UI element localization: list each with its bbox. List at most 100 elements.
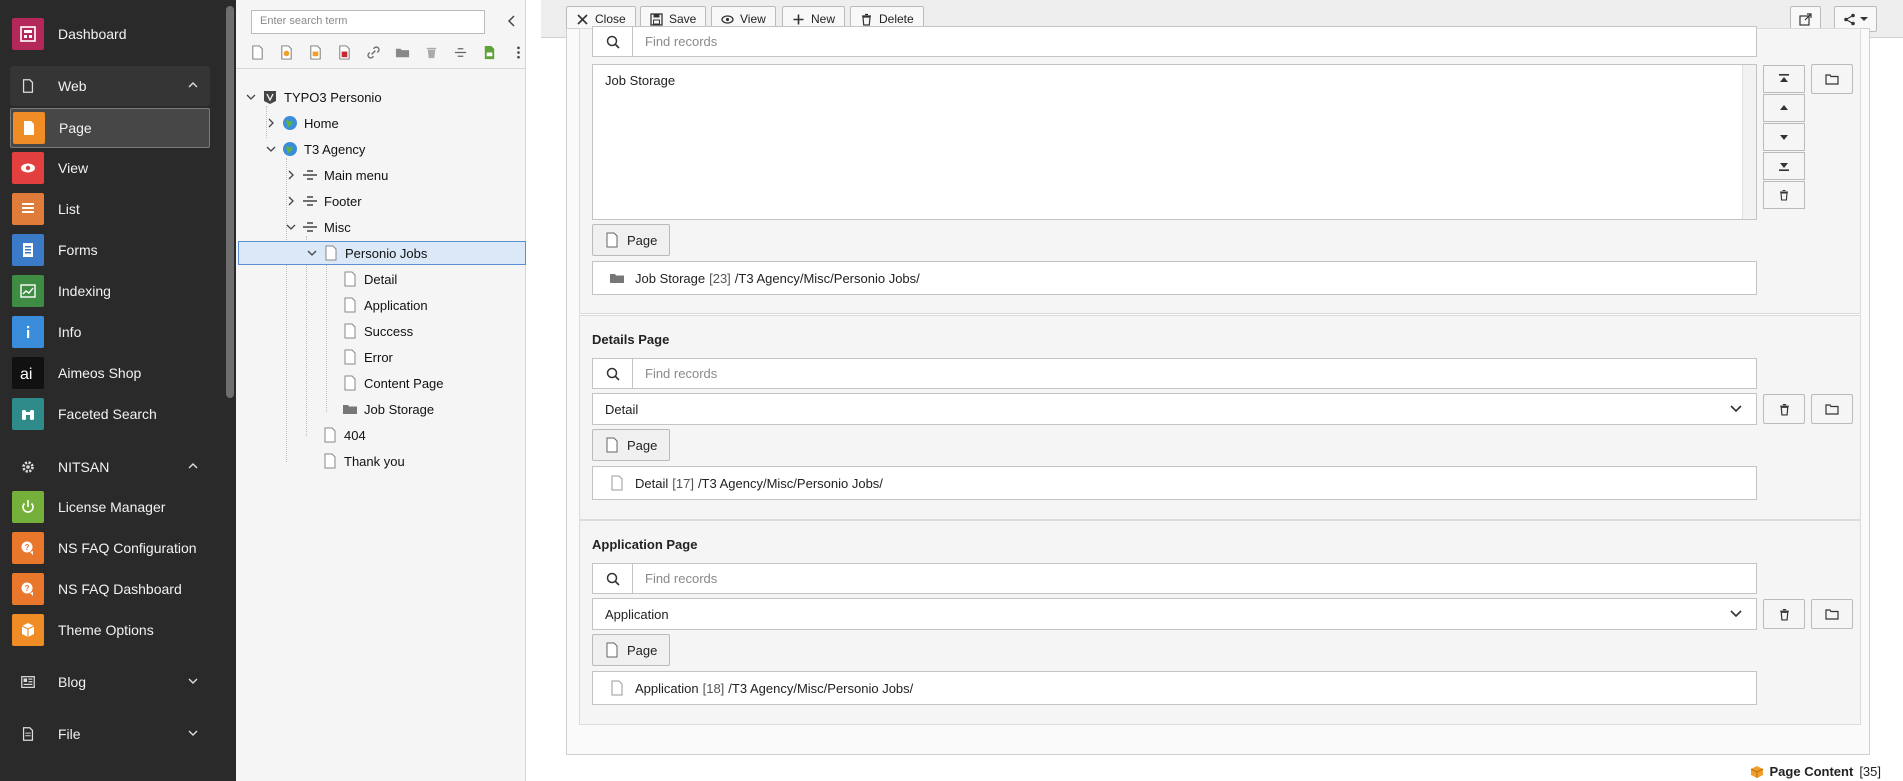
remove-item-button[interactable]: [1763, 181, 1805, 209]
tree-node-personio-jobs[interactable]: Personio Jobs: [238, 241, 526, 265]
application-page-select[interactable]: Application: [592, 598, 1757, 630]
chevron-down-icon[interactable]: [305, 246, 319, 260]
group-blog[interactable]: Blog: [10, 662, 210, 702]
dashboard-icon: [12, 18, 44, 50]
new-page-type-icon[interactable]: [277, 43, 296, 61]
page-icon: [611, 680, 623, 696]
tree-search-input[interactable]: Enter search term: [251, 10, 485, 34]
application-find-records-input[interactable]: Find records: [592, 563, 1757, 594]
module-license-manager[interactable]: License Manager: [10, 489, 210, 525]
faq-icon: ?: [12, 573, 44, 605]
module-list[interactable]: List: [10, 191, 210, 227]
search-icon: [593, 26, 633, 57]
storage-page-button[interactable]: Page: [592, 224, 671, 256]
tree-node-root[interactable]: TYPO3 Personio: [244, 87, 382, 107]
collapse-tree-icon[interactable]: [506, 14, 518, 28]
tree-node-detail[interactable]: Detail: [324, 269, 397, 289]
module-theme-options[interactable]: Theme Options: [10, 612, 210, 648]
browse-storage-button[interactable]: [1811, 64, 1853, 94]
group-file[interactable]: File: [10, 714, 210, 754]
tree-node-t3-agency[interactable]: T3 Agency: [264, 139, 365, 159]
application-browse-button[interactable]: [1811, 599, 1853, 629]
tree-node-main-menu[interactable]: Main menu: [284, 165, 388, 185]
new-page-delete-icon[interactable]: [335, 43, 354, 61]
module-indexing[interactable]: Indexing: [10, 273, 210, 309]
tree-node-success[interactable]: Success: [324, 321, 413, 341]
folder-icon[interactable]: [393, 43, 412, 61]
module-view[interactable]: View: [10, 150, 210, 186]
details-page-button[interactable]: Page: [592, 429, 671, 461]
power-icon: [12, 491, 44, 523]
tree-node-label: 404: [344, 427, 366, 443]
module-ns-faq-dashboard[interactable]: ? NS FAQ Dashboard: [10, 571, 210, 607]
tree-node-404[interactable]: 404: [304, 425, 366, 445]
tree-node-home[interactable]: Home: [264, 113, 339, 133]
chevron-right-icon[interactable]: [264, 116, 278, 130]
tree-node-label: Misc: [324, 219, 351, 235]
info-icon: [12, 316, 44, 348]
chevron-down-icon[interactable]: [284, 220, 298, 234]
tree-node-footer[interactable]: Footer: [284, 191, 362, 211]
group-label: Web: [58, 78, 87, 94]
details-find-records-input[interactable]: Find records: [592, 358, 1757, 389]
new-document-icon[interactable]: [480, 43, 499, 61]
module-label: NS FAQ Dashboard: [58, 581, 182, 597]
module-ns-faq-configuration[interactable]: ? NS FAQ Configuration: [10, 530, 210, 566]
application-page-button[interactable]: Page: [592, 634, 671, 666]
module-page[interactable]: Page: [10, 108, 210, 148]
tree-node-label: TYPO3 Personio: [284, 89, 382, 105]
new-page-link-icon[interactable]: [306, 43, 325, 61]
tree-node-label: Job Storage: [364, 401, 435, 417]
move-up-button[interactable]: [1763, 94, 1805, 122]
details-page-select[interactable]: Detail: [592, 393, 1757, 425]
folder-icon: [610, 274, 624, 283]
link-icon[interactable]: [364, 43, 383, 61]
chevron-down-icon[interactable]: [264, 142, 278, 156]
tree-node-misc[interactable]: Misc: [284, 217, 351, 237]
move-to-top-button[interactable]: [1763, 65, 1805, 93]
module-faceted-search[interactable]: Faceted Search: [10, 396, 210, 432]
chevron-right-icon[interactable]: [284, 168, 298, 182]
storage-record-info: Job Storage [23] /T3 Agency/Misc/Personi…: [592, 261, 1757, 295]
chevron-down-icon[interactable]: [244, 90, 258, 104]
storage-selected-item[interactable]: Job Storage: [605, 73, 675, 88]
group-web[interactable]: Web: [10, 66, 210, 106]
tree-node-application[interactable]: Application: [324, 295, 428, 315]
group-nitsan[interactable]: NITSAN: [10, 447, 210, 487]
module-aimeos-shop[interactable]: ai Aimeos Shop: [10, 355, 210, 391]
trash-icon[interactable]: [422, 43, 441, 61]
details-delete-button[interactable]: [1763, 394, 1805, 424]
module-label: Page: [59, 120, 92, 136]
folder-icon: [342, 401, 358, 417]
tree-node-label: Thank you: [344, 453, 405, 469]
chevron-right-icon[interactable]: [284, 194, 298, 208]
details-browse-button[interactable]: [1811, 394, 1853, 424]
move-down-button[interactable]: [1763, 123, 1805, 151]
module-info[interactable]: Info: [10, 314, 210, 350]
tree-node-label: Footer: [324, 193, 362, 209]
group-label: File: [58, 726, 81, 742]
details-page-label: Details Page: [592, 332, 670, 347]
tree-node-job-storage[interactable]: Job Storage: [324, 399, 434, 419]
module-menu-scrollbar[interactable]: [226, 6, 234, 398]
caret-down-icon: [1860, 17, 1868, 21]
gear-icon: [12, 451, 44, 483]
tree-node-content-page[interactable]: Content Page: [324, 373, 444, 393]
module-forms[interactable]: Forms: [10, 232, 210, 268]
move-to-bottom-button[interactable]: [1763, 152, 1805, 180]
storage-selected-list[interactable]: Job Storage: [592, 64, 1757, 220]
storage-find-records-input[interactable]: Find records: [592, 26, 1757, 57]
list-scrollbar[interactable]: [1742, 65, 1756, 219]
search-icon: [593, 358, 633, 389]
tree-node-thank-you[interactable]: Thank you: [304, 451, 405, 471]
application-delete-button[interactable]: [1763, 599, 1805, 629]
eye-icon: [12, 152, 44, 184]
file-icon: [12, 718, 44, 750]
module-dashboard[interactable]: Dashboard: [10, 16, 210, 52]
new-page-icon[interactable]: [248, 43, 267, 61]
more-options-icon[interactable]: [509, 43, 528, 61]
tree-node-label: Success: [364, 323, 414, 339]
separator-icon[interactable]: [451, 43, 470, 61]
module-label: License Manager: [58, 499, 166, 515]
tree-node-error[interactable]: Error: [324, 347, 393, 367]
